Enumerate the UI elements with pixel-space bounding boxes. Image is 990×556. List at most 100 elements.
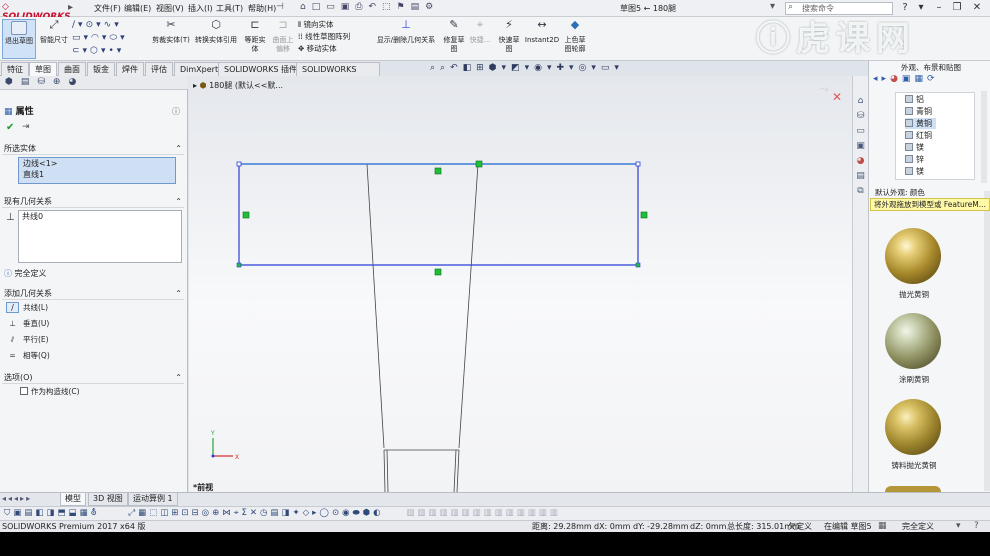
custom-properties-tab-icon[interactable]: ▤	[853, 169, 868, 184]
snap-icon[interactable]: ▦	[138, 508, 149, 518]
tab-sheet-metal[interactable]: 钣金	[87, 62, 115, 76]
sketch-canvas[interactable]: Y X	[189, 76, 852, 492]
smart-dimension-button[interactable]: ⤢ 智能尺寸	[38, 19, 70, 59]
snap-icon[interactable]: ⊕	[212, 508, 222, 518]
new-icon[interactable]: □	[312, 2, 327, 12]
restore-button[interactable]: ❐	[950, 2, 964, 14]
snap-icon[interactable]: ⊞	[171, 508, 181, 518]
tab-motion-study[interactable]: 运动算例 1	[128, 493, 178, 506]
coincident-marker[interactable]	[475, 160, 483, 168]
view-icon[interactable]: ⬒	[58, 508, 69, 518]
menu-edit[interactable]: 编辑(E)	[124, 3, 151, 15]
print-icon[interactable]: ⎙	[355, 2, 368, 12]
ellipse-icon[interactable]: ⬭	[109, 33, 120, 43]
options-icon[interactable]: ⚙	[425, 2, 439, 12]
shaded-contours-button[interactable]: ◆ 上色草图轮廓	[562, 19, 588, 59]
view-icon[interactable]: ◧	[35, 508, 46, 518]
menu-insert[interactable]: 插入(I)	[188, 3, 213, 15]
leg-foot-right-a[interactable]	[456, 449, 460, 492]
existing-relations-list[interactable]: 共线0	[18, 210, 182, 263]
leg-foot-left-b[interactable]	[386, 449, 389, 492]
file-properties-icon[interactable]: ▤	[411, 2, 426, 12]
view-icon[interactable]: ▤	[24, 508, 35, 518]
repair-sketch-button[interactable]: ✎ 修复草图	[442, 19, 466, 59]
offset-surface-button[interactable]: ⊐ 曲面上偏移	[270, 19, 296, 59]
linear-pattern-button[interactable]: ⁞⁞ 线性草图阵列	[298, 31, 370, 43]
corner-point[interactable]	[236, 262, 242, 268]
appearances-icon[interactable]: ◕	[890, 74, 902, 84]
help-status-icon[interactable]: ?	[974, 521, 979, 532]
selected-entity-item[interactable]: 边线<1>	[19, 158, 175, 169]
display-manager-tab-icon[interactable]: ◕	[68, 77, 84, 87]
graphics-area[interactable]: ▸ ⬢ 180腿 (默认<<默... ⤳ ✕ Y X *前视	[189, 76, 852, 492]
menu-help[interactable]: 帮助(H)	[248, 3, 276, 15]
zoom-to-fit-icon[interactable]: ⌕	[430, 63, 440, 73]
tab-model[interactable]: 模型	[60, 493, 86, 506]
snap-icon[interactable]: ✦	[292, 508, 302, 518]
horizontal-relation-marker[interactable]	[434, 268, 442, 276]
help-icon[interactable]: ?	[898, 2, 912, 14]
section-view-icon[interactable]: ◧	[463, 63, 477, 73]
tab-sketch[interactable]: 草图	[29, 62, 57, 76]
mirror-entities-button[interactable]: ⫴ 镜向实体	[298, 19, 370, 31]
menu-view[interactable]: 视图(V)	[156, 3, 184, 15]
line-icon[interactable]: ∕	[72, 20, 78, 30]
corner-point[interactable]	[236, 161, 242, 167]
view-orientation-icon[interactable]: ⬢▾	[489, 63, 511, 73]
vertical-relation-marker[interactable]	[640, 211, 648, 219]
forum-tab-icon[interactable]: ⧉	[853, 184, 868, 199]
select-filter-icon[interactable]: ⛉	[4, 508, 13, 518]
snap-icon[interactable]: ◇	[303, 508, 313, 518]
search-input[interactable]: 搜索命令	[785, 2, 893, 15]
help-circle-icon[interactable]: ⓘ	[172, 106, 180, 117]
snap-icon[interactable]: ◐	[373, 508, 383, 518]
snap-icon[interactable]: ◯	[319, 508, 332, 518]
options-header[interactable]: 选项(O) ⌃	[2, 372, 184, 384]
snap-icon[interactable]: ▤	[270, 508, 281, 518]
selected-entities-header[interactable]: 所选实体 ⌃	[2, 143, 184, 155]
leg-edge-right[interactable]	[458, 163, 479, 449]
save-icon[interactable]: ▣	[341, 2, 356, 12]
circle-icon[interactable]: ⊙	[86, 20, 97, 30]
horizontal-relation-marker[interactable]	[434, 167, 442, 175]
expand-status-icon[interactable]: ▾	[956, 521, 961, 532]
add-relation-vertical[interactable]: ⊥ 垂直(U)	[2, 318, 184, 330]
undo-icon[interactable]: ↶	[368, 2, 382, 12]
open-icon[interactable]: ▭	[326, 2, 341, 12]
tab-surfaces[interactable]: 曲面	[58, 62, 86, 76]
snap-icon[interactable]: ◨	[281, 508, 292, 518]
vertical-relation-marker[interactable]	[242, 211, 250, 219]
rectangle-icon[interactable]: ▭	[72, 33, 84, 43]
snap-icon[interactable]: ◉	[342, 508, 352, 518]
apply-scene-icon[interactable]: ◎▾	[579, 63, 601, 73]
leg-foot-right-b[interactable]	[453, 449, 457, 492]
quick-snaps-button[interactable]: ⌖ 快捷...	[468, 19, 492, 59]
checkbox-icon[interactable]	[20, 387, 28, 395]
pin-icon[interactable]: ⊣	[276, 2, 284, 12]
spline-icon[interactable]: ∿	[104, 20, 115, 30]
minimize-button[interactable]: –	[932, 2, 946, 14]
view-icon[interactable]: ◨	[46, 508, 57, 518]
view-icon[interactable]: ⬓	[69, 508, 80, 518]
add-relation-collinear[interactable]: ∕ 共线(L)	[2, 302, 184, 314]
point-icon[interactable]: •	[108, 46, 116, 56]
tab-3d-views[interactable]: 3D 视图	[88, 493, 128, 506]
dynamic-annotation-icon[interactable]: ⊞	[476, 63, 489, 73]
menu-file[interactable]: 文件(F)	[94, 3, 121, 15]
add-relations-header[interactable]: 添加几何关系 ⌃	[2, 288, 184, 300]
slot-icon[interactable]: ⊂	[72, 46, 83, 56]
config-manager-tab-icon[interactable]: ⛁	[37, 77, 53, 87]
edit-appearance-icon[interactable]: ✚▾	[556, 63, 578, 73]
snap-icon[interactable]: ⬢	[363, 508, 373, 518]
expand-menu-icon[interactable]: ▸	[68, 2, 73, 13]
leg-foot-left-a[interactable]	[383, 449, 386, 492]
selected-entities-list[interactable]: 边线<1> 直线1	[18, 157, 176, 184]
snap-icon[interactable]: ⊙	[332, 508, 342, 518]
selected-entity-item[interactable]: 直线1	[19, 169, 175, 180]
search-dropdown-icon[interactable]: ▾	[770, 1, 775, 12]
appearances-tab-icon[interactable]: ◕	[853, 154, 868, 169]
tab-dimxpert[interactable]: DimXpert	[174, 62, 225, 76]
snap-icon[interactable]: ⊡	[181, 508, 191, 518]
view-cube-icon[interactable]: ▣	[13, 508, 24, 518]
filter-icon[interactable]: ⛢	[91, 508, 100, 518]
